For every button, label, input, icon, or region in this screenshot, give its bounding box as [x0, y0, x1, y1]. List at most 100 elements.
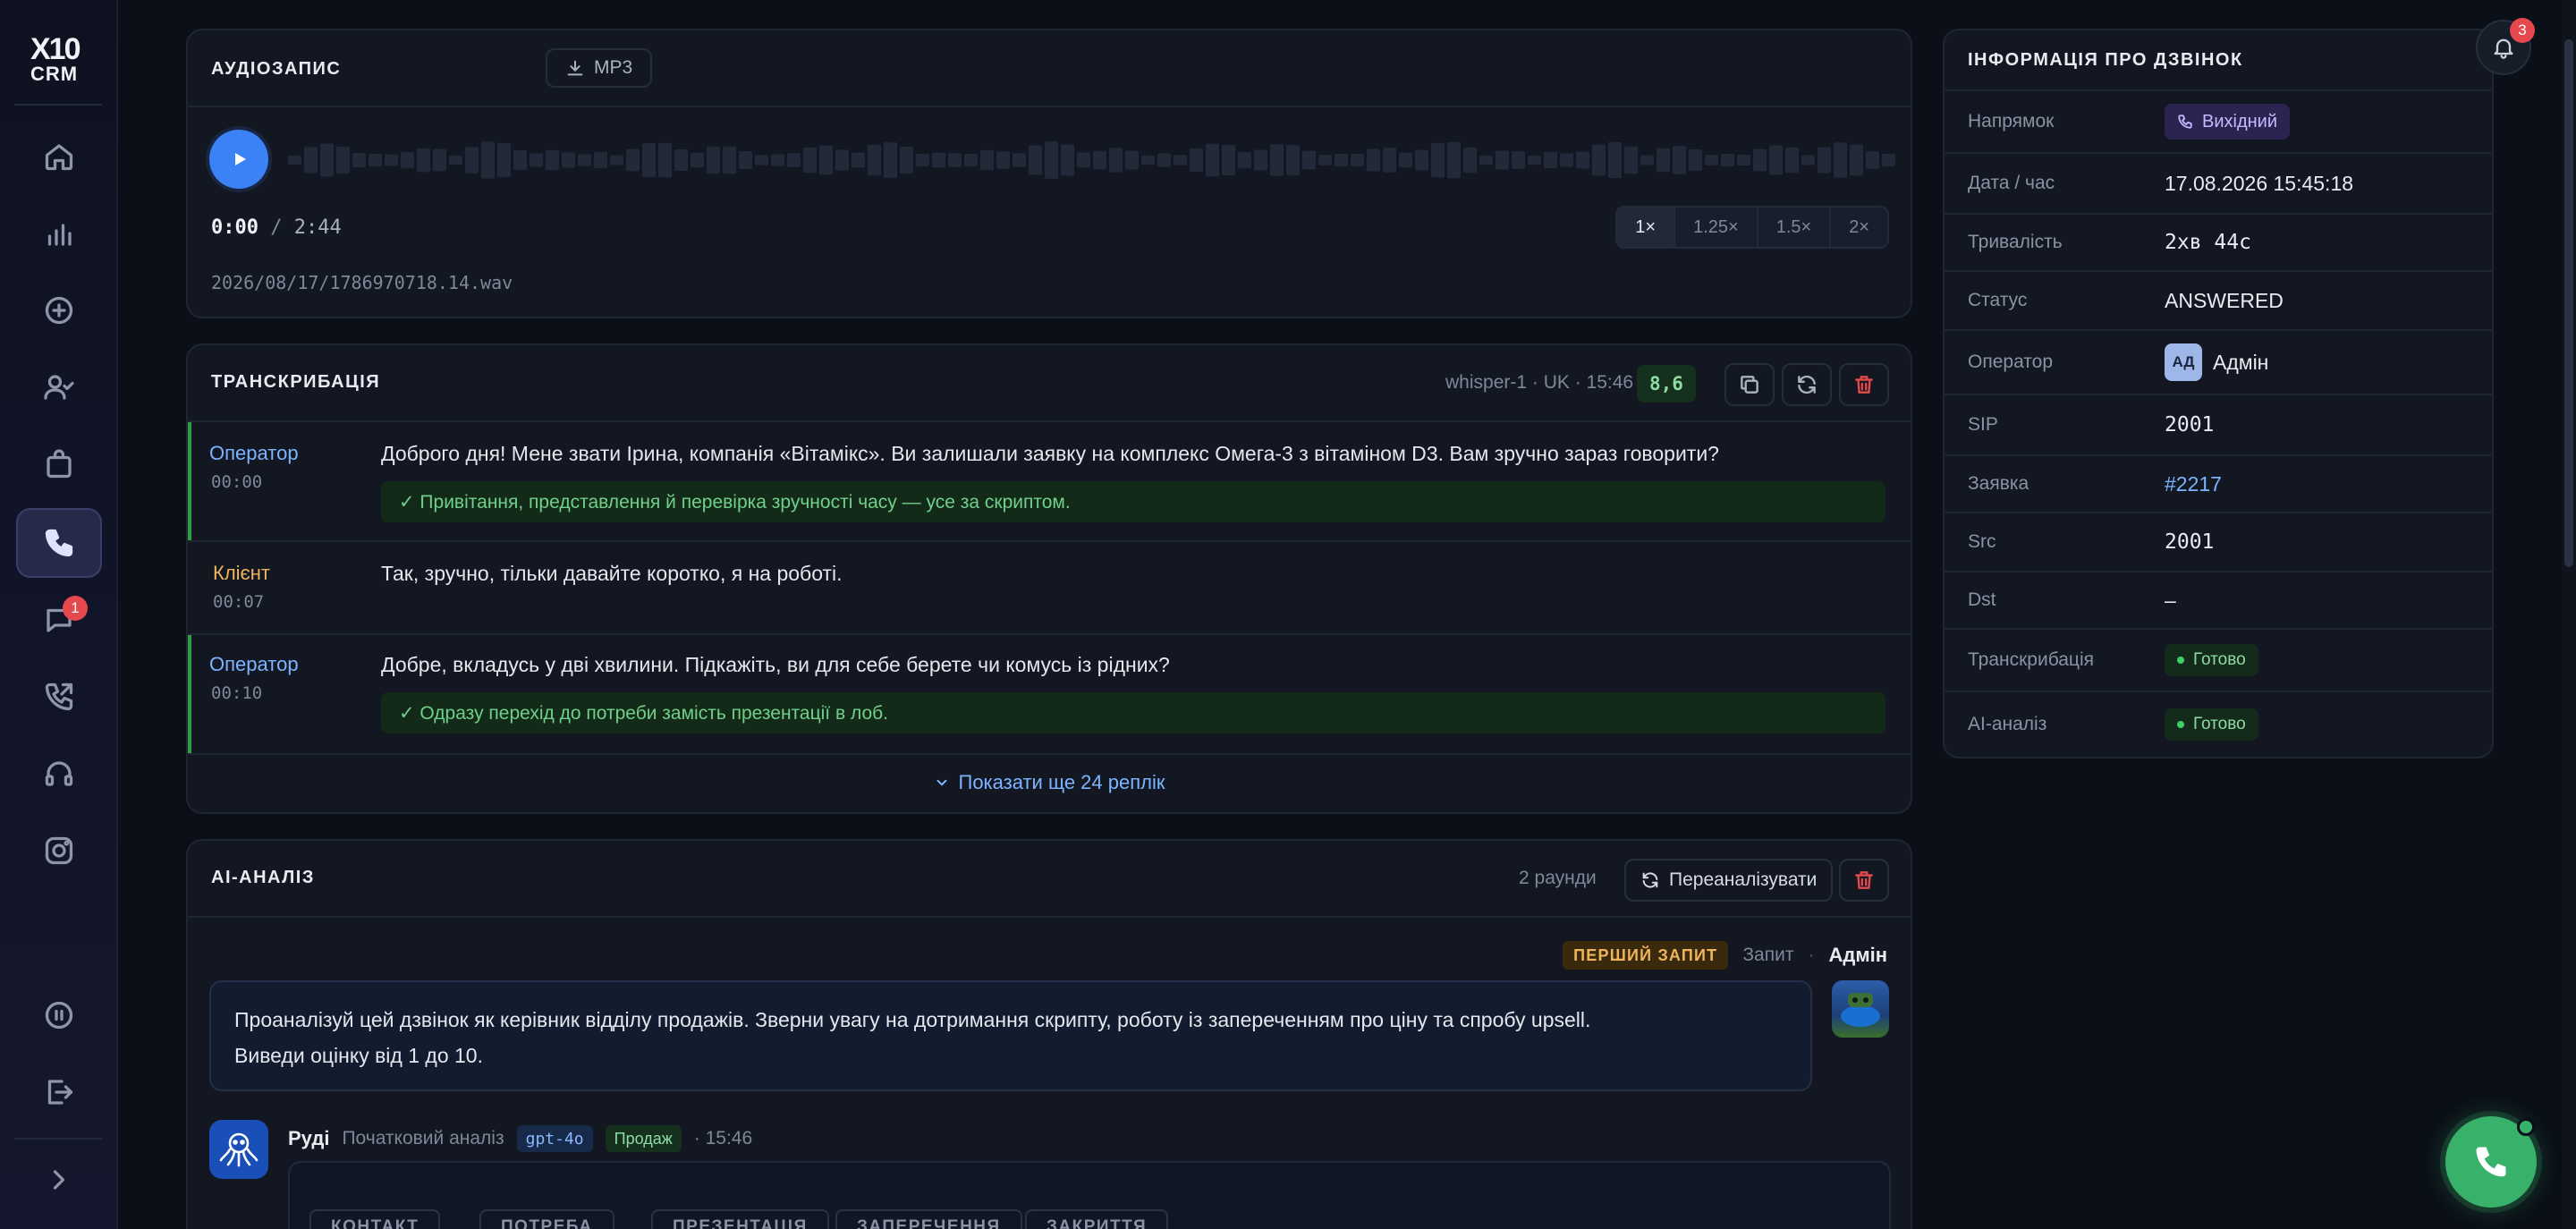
copy-transcript-button[interactable] [1724, 363, 1775, 406]
nav-pause[interactable] [16, 980, 102, 1050]
delete-analysis-button[interactable] [1839, 859, 1889, 902]
waveform-bar [1335, 153, 1348, 167]
scrollbar-thumb[interactable] [2564, 39, 2573, 567]
waveform-bar [658, 142, 672, 178]
first-request-badge: ПЕРШИЙ ЗАПИТ [1563, 941, 1729, 970]
playback-time: 0:00 / 2:44 [211, 216, 342, 239]
waveform-bar [868, 144, 881, 176]
info-value: Готово [2165, 644, 2258, 676]
softphone-button[interactable] [2445, 1116, 2537, 1208]
home-icon [45, 144, 73, 171]
waveform-bar [691, 152, 704, 168]
bot-avatar [209, 1120, 268, 1179]
nav-home[interactable] [16, 122, 102, 191]
waveform-bar [1785, 147, 1799, 174]
status-dot [2177, 721, 2184, 728]
delete-transcript-button[interactable] [1839, 363, 1889, 406]
reanalyze-button[interactable]: Переаналізувати [1624, 859, 1834, 902]
audio-waveform[interactable] [288, 129, 1898, 191]
waveform-bar [1512, 151, 1525, 169]
tab-need[interactable]: ПОТРЕБА [479, 1209, 614, 1229]
waveform-bar [948, 153, 962, 167]
waveform-bar [1592, 144, 1606, 176]
status-label: Готово [2193, 715, 2246, 733]
nav-instagram[interactable] [16, 816, 102, 886]
waveform-bar [1866, 151, 1879, 169]
download-mp3-button[interactable]: MP3 [546, 48, 653, 88]
speaker-time[interactable]: 00:00 [211, 472, 262, 492]
transcript-row: Клієнт 00:07 Так, зручно, тільки давайте… [188, 542, 1911, 633]
waveform-bar [674, 148, 688, 172]
speaker-role: Оператор [209, 653, 299, 675]
order-link[interactable]: #2217 [2165, 472, 2222, 496]
show-more-replies-button[interactable]: Показати ще 24 реплік [188, 771, 1911, 794]
speed-1-25x[interactable]: 1.25× [1674, 208, 1757, 247]
waveform-bar [1270, 144, 1284, 176]
waveform-bar [1141, 155, 1155, 165]
nav-chats[interactable]: 1 [16, 585, 102, 655]
page-scrollbar[interactable] [2562, 0, 2576, 1229]
waveform-bar [1431, 142, 1445, 178]
tab-objections[interactable]: ЗАПЕРЕЧЕННЯ [835, 1209, 1022, 1229]
nav-calls[interactable] [16, 508, 102, 578]
tab-presentation[interactable]: ПРЕЗЕНТАЦІЯ [651, 1209, 829, 1229]
app-logo[interactable]: X10 CRM [25, 32, 89, 86]
audio-card: АУДІОЗАПИС MP3 0:00 / 2:44 1× 1.25× 1.5×… [186, 29, 1912, 318]
ai-analysis-title: AI-АНАЛІЗ [211, 868, 315, 887]
waveform-bar [1801, 155, 1815, 165]
speed-1-5x[interactable]: 1.5× [1756, 208, 1829, 247]
speed-2x[interactable]: 2× [1829, 208, 1887, 247]
tab-contact[interactable]: КОНТАКТ [309, 1209, 441, 1229]
play-button[interactable] [209, 130, 268, 189]
speaker-time[interactable]: 00:10 [211, 683, 262, 703]
waveform-bar [578, 154, 591, 166]
sidebar-expand-button[interactable] [16, 1145, 102, 1215]
waveform-bar [1834, 142, 1847, 178]
transcript-text: Доброго дня! Мене звати Ірина, компанія … [381, 442, 1719, 465]
nav-logout[interactable] [16, 1057, 102, 1127]
transcription-score-badge: 8,6 [1637, 365, 1696, 403]
waveform-bar [1560, 153, 1573, 167]
direction-badge: Вихідний [2165, 104, 2291, 140]
speed-1x[interactable]: 1× [1617, 208, 1674, 247]
time-total: 2:44 [293, 216, 342, 239]
nav-orders[interactable] [16, 429, 102, 499]
retranscribe-button[interactable] [1782, 363, 1832, 406]
nav-support[interactable] [16, 739, 102, 809]
tab-closing[interactable]: ЗАКРИТТЯ [1025, 1209, 1169, 1229]
waveform-bar [787, 153, 801, 167]
info-row-transcription: Транскрибація Готово [1945, 628, 2492, 691]
phone-outgoing-icon [2178, 114, 2192, 129]
waveform-bar [755, 155, 768, 165]
nav-create[interactable] [16, 275, 102, 345]
waveform-bar [916, 153, 929, 167]
category-badge: Продаж [605, 1125, 682, 1152]
operator-name: Адмін [2213, 350, 2269, 374]
chat-badge: 1 [63, 596, 88, 621]
transcription-title: ТРАНСКРИБАЦІЯ [211, 372, 381, 392]
speaker-time[interactable]: 00:07 [213, 592, 264, 612]
waveform-bar [980, 149, 994, 171]
transcription-card: ТРАНСКРИБАЦІЯ whisper-1 · UK · 15:46 8,6… [186, 343, 1912, 814]
waveform-bar [1238, 152, 1251, 168]
bot-subtitle: Початковий аналіз [342, 1128, 504, 1148]
info-row-src: Src 2001 [1945, 512, 2492, 571]
nav-outgoing[interactable] [16, 662, 102, 732]
download-icon [567, 60, 583, 76]
ai-analysis-card: AI-АНАЛІЗ 2 раунди Переаналізувати ПЕРШИ… [186, 839, 1912, 1229]
waveform-bar [642, 142, 656, 178]
nav-users[interactable] [16, 352, 102, 422]
waveform-bar [401, 152, 414, 168]
instagram-icon [45, 836, 73, 865]
waveform-bar [1157, 153, 1171, 167]
waveform-bar [964, 153, 978, 167]
script-check-note: ✓ Привітання, представлення й перевірка … [381, 481, 1885, 522]
nav-analytics[interactable] [16, 199, 102, 268]
waveform-bar [1705, 155, 1718, 165]
bag-icon [47, 449, 72, 479]
waveform-bar [1818, 147, 1831, 174]
waveform-bar [1624, 146, 1638, 174]
info-value: 2001 [2165, 413, 2215, 437]
script-check-note: ✓ Одразу перехід до потреби замість през… [381, 692, 1885, 733]
notifications-button[interactable]: 3 [2476, 18, 2535, 75]
